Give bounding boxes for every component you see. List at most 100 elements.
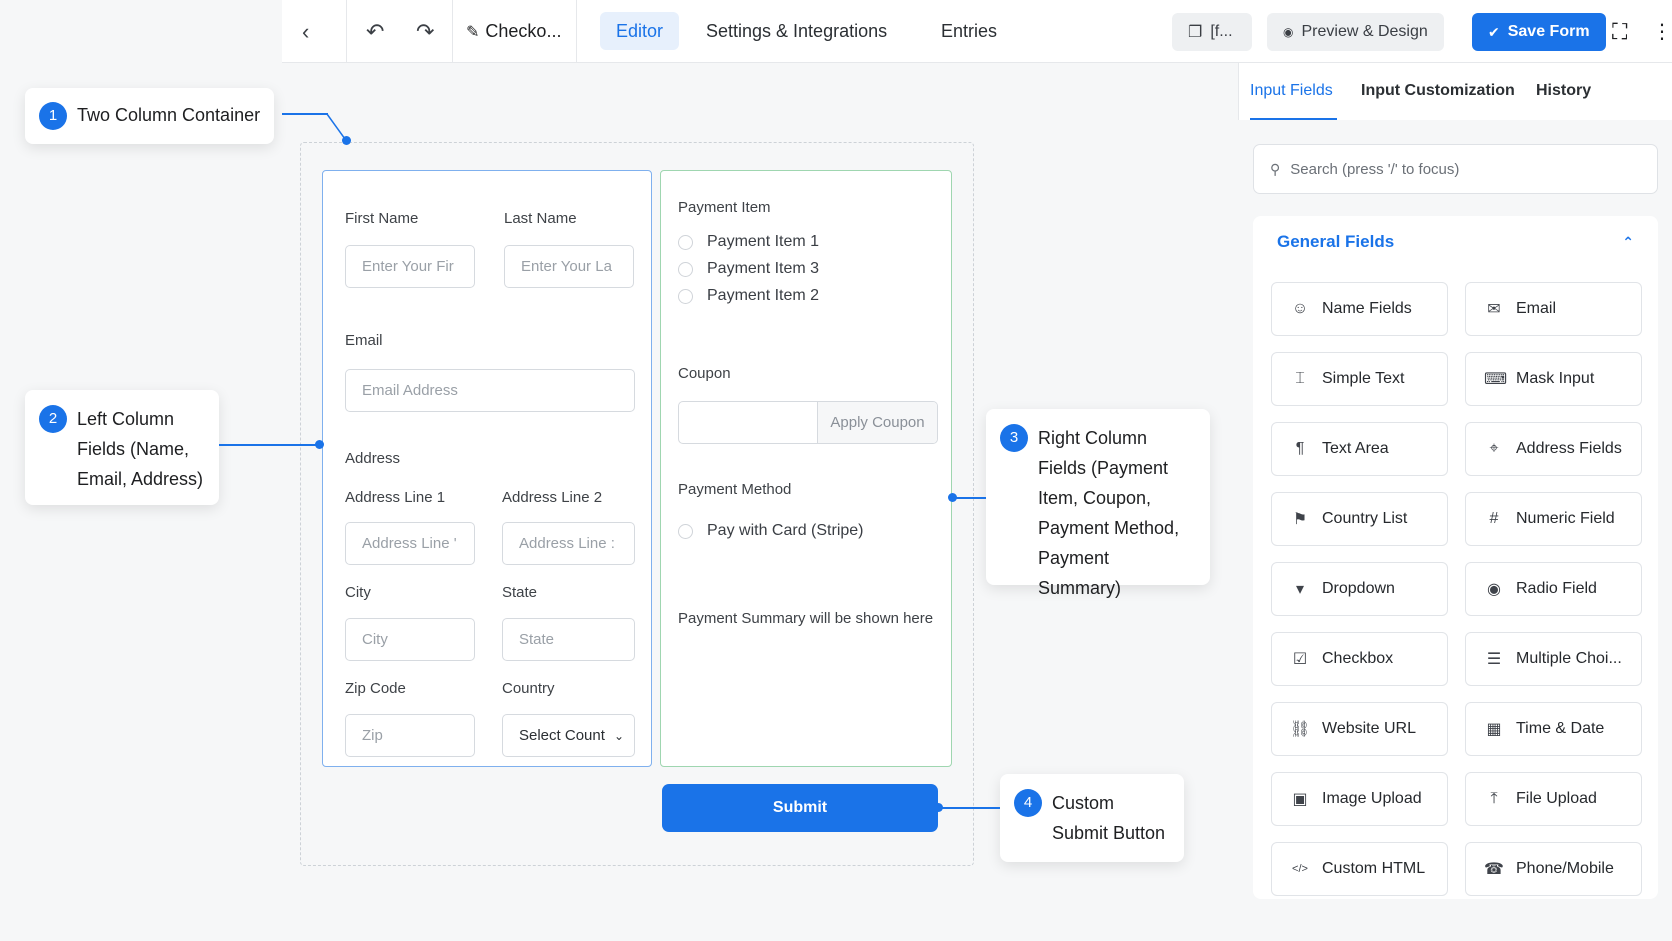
check-circle-icon: ✔ [1488, 23, 1500, 40]
field-search-input[interactable]: ⚲ Search (press '/' to focus) [1253, 144, 1658, 194]
payment-item-option[interactable]: Payment Item 1 [678, 233, 819, 251]
address-line-2-input[interactable]: Address Line : [502, 522, 635, 565]
field-button-label: Email [1516, 300, 1557, 317]
kebab-menu-icon: ⋮ [1652, 21, 1672, 43]
pencil-icon: ✎ [466, 23, 480, 41]
field-button-mask-input[interactable]: ⌨ Mask Input [1465, 352, 1642, 406]
tab-entries[interactable]: Entries [941, 0, 997, 63]
submit-button[interactable]: Submit [662, 784, 938, 832]
search-placeholder: Search (press '/' to focus) [1290, 160, 1460, 178]
connector-line [938, 807, 1000, 809]
callout-number-badge: 1 [39, 102, 67, 130]
field-button-simple-text[interactable]: ⌶ Simple Text [1271, 352, 1448, 406]
tab-history[interactable]: History [1536, 82, 1591, 100]
connector-line [282, 113, 328, 115]
field-button-label: Multiple Choi... [1516, 650, 1622, 667]
tab-settings[interactable]: Settings & Integrations [706, 0, 887, 63]
field-button-label: Website URL [1322, 720, 1416, 737]
radio-icon [678, 261, 693, 277]
field-button-checkbox[interactable]: ☑ Checkbox [1271, 632, 1448, 686]
form-name[interactable]: ✎ Checko... [466, 0, 561, 63]
callout-line: Payment Method, [1038, 518, 1180, 538]
chevron-left-icon: ‹ [302, 18, 310, 44]
callout-left-column: 2 Left Column Fields (Name, Email, Addre… [25, 390, 219, 505]
zip-code-input[interactable]: Zip [345, 714, 475, 757]
address-line-1-input[interactable]: Address Line ' [345, 522, 475, 565]
country-select-value: Select Count [519, 727, 605, 744]
tab-editor[interactable]: Editor [600, 12, 680, 50]
form-name-label: Checko... [485, 21, 562, 41]
callout-two-column-container: 1 Two Column Container [25, 88, 275, 144]
callout-line: Payment Summary) [1038, 548, 1122, 598]
field-button-time-date[interactable]: ▦ Time & Date [1465, 702, 1642, 756]
radio-icon [678, 234, 693, 250]
callout-line: Custom [1052, 793, 1115, 813]
redo-button[interactable]: ↷ [416, 0, 434, 63]
callout-text: Two Column Container [77, 105, 261, 125]
field-button-name-fields[interactable]: ☺ Name Fields [1271, 282, 1448, 336]
field-button-phone-mobile[interactable]: ☎ Phone/Mobile [1465, 842, 1642, 896]
payment-item-option[interactable]: Payment Item 3 [678, 260, 819, 278]
field-button-custom-html[interactable]: </> Custom HTML [1271, 842, 1448, 896]
apply-coupon-button[interactable]: Apply Coupon [817, 402, 937, 443]
shortcode-button[interactable]: ❐ [f... [1172, 13, 1252, 51]
field-button-numeric-field[interactable]: # Numeric Field [1465, 492, 1642, 546]
list-icon: ☰ [1486, 651, 1502, 668]
field-button-website-url[interactable]: ⛓ Website URL [1271, 702, 1448, 756]
callout-number-badge: 2 [39, 405, 67, 433]
fullscreen-button[interactable]: ⛶ [1612, 0, 1627, 63]
save-form-button[interactable]: ✔ Save Form [1472, 13, 1606, 51]
country-select[interactable]: Select Count ⌄ [502, 714, 635, 757]
undo-icon: ↶ [366, 18, 385, 44]
payment-item-label-1: Payment Item 1 [707, 233, 820, 250]
connector-dot [315, 440, 324, 449]
connector-dot [342, 136, 351, 145]
more-options-button[interactable]: ⋮ [1652, 0, 1672, 63]
field-button-text-area[interactable]: ¶ Text Area [1271, 422, 1448, 476]
upload-icon: ⤒ [1490, 790, 1498, 807]
first-name-input[interactable]: Enter Your Fir [345, 245, 475, 288]
undo-button[interactable]: ↶ [366, 0, 384, 63]
payment-item-label-3: Payment Item 3 [707, 260, 820, 277]
connector-line [952, 497, 986, 499]
field-button-label: Image Upload [1322, 790, 1422, 807]
chevron-up-icon: ⌃ [1622, 233, 1634, 250]
connector-line [219, 444, 319, 446]
connector-dot [934, 803, 943, 812]
payment-item-option[interactable]: Payment Item 2 [678, 287, 819, 305]
field-button-country-list[interactable]: ⚑ Country List [1271, 492, 1448, 546]
address-label: Address [345, 450, 401, 467]
tab-label: Settings & Integrations [706, 21, 888, 41]
field-button-dropdown[interactable]: ▾ Dropdown [1271, 562, 1448, 616]
field-button-image-upload[interactable]: ▣ Image Upload [1271, 772, 1448, 826]
field-button-label: File Upload [1516, 790, 1597, 807]
callout-line: Email, Address) [77, 469, 204, 489]
tab-input-customization[interactable]: Input Customization [1361, 82, 1515, 100]
field-button-email[interactable]: ✉ Email [1465, 282, 1642, 336]
city-input[interactable]: City [345, 618, 475, 661]
paragraph-icon: ¶ [1295, 440, 1305, 457]
divider [576, 0, 577, 63]
tab-input-fields[interactable]: Input Fields [1250, 82, 1333, 100]
coupon-field: Apply Coupon [678, 401, 938, 444]
email-input[interactable]: Email Address [345, 369, 635, 412]
payment-method-option[interactable]: Pay with Card (Stripe) [678, 522, 864, 540]
preview-design-button[interactable]: ◉ Preview & Design [1267, 13, 1444, 51]
callout-line: Fields (Payment [1038, 458, 1169, 478]
state-input[interactable]: State [502, 618, 635, 661]
field-button-label: Checkbox [1322, 650, 1394, 667]
payment-method-label: Payment Method [678, 481, 792, 498]
field-button-file-upload[interactable]: ⤒ File Upload [1465, 772, 1642, 826]
email-label: Email [345, 332, 383, 349]
last-name-input[interactable]: Enter Your La [504, 245, 634, 288]
field-button-address-fields[interactable]: ⌖ Address Fields [1465, 422, 1642, 476]
general-fields-header[interactable]: General Fields ⌃ [1253, 216, 1658, 268]
radio-icon: ◉ [1487, 581, 1501, 598]
back-button[interactable]: ‹ [302, 0, 309, 63]
divider [346, 0, 347, 63]
redo-icon: ↷ [416, 18, 435, 44]
coupon-input[interactable] [679, 402, 817, 443]
field-button-radio-field[interactable]: ◉ Radio Field [1465, 562, 1642, 616]
payment-method-option-label: Pay with Card (Stripe) [707, 522, 864, 539]
field-button-multiple-choi[interactable]: ☰ Multiple Choi... [1465, 632, 1642, 686]
